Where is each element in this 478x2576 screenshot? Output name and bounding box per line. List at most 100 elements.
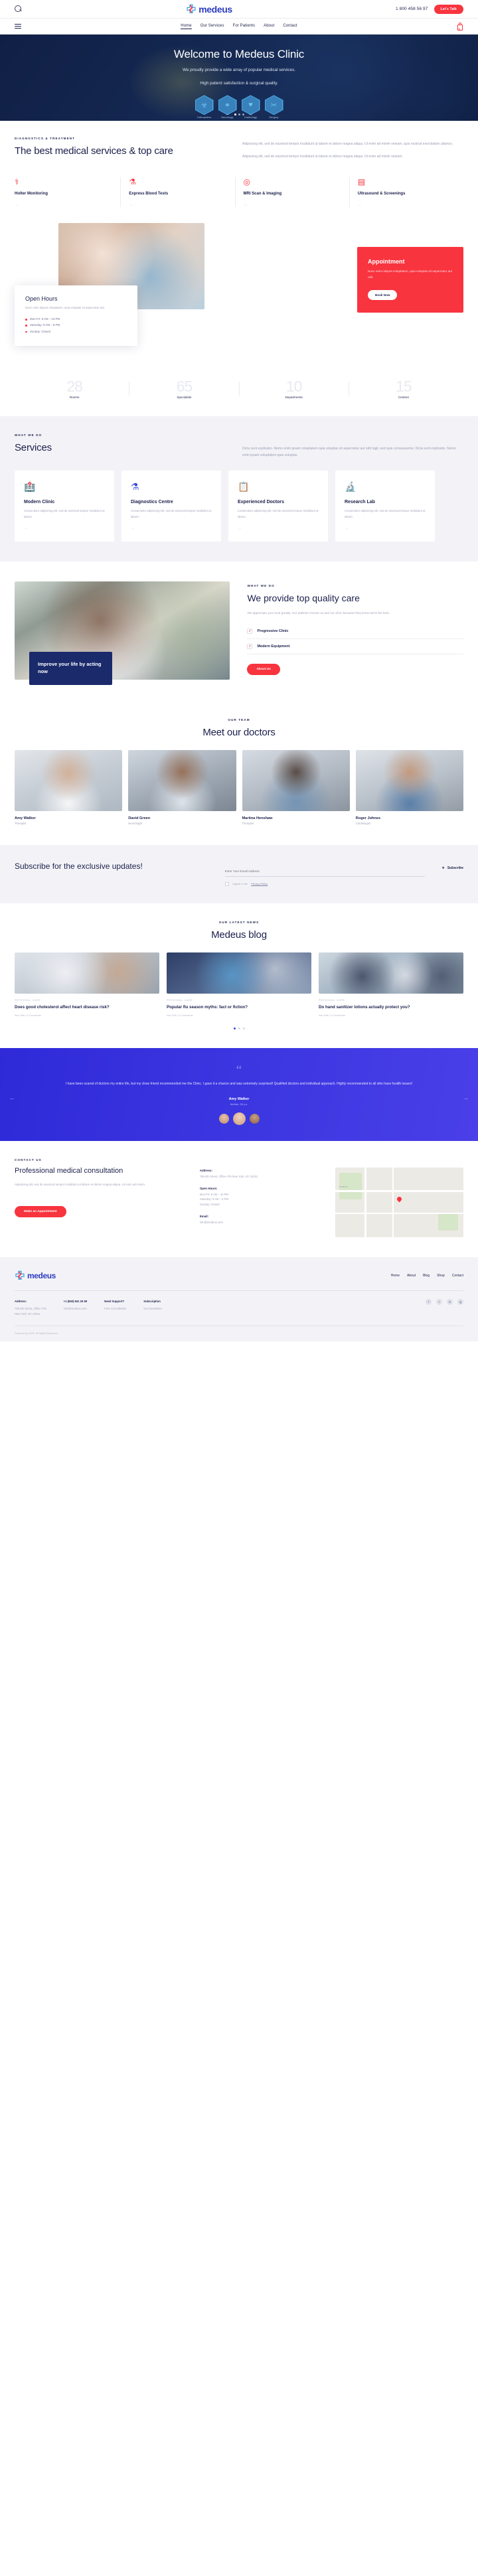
footer-nav-home[interactable]: Home <box>391 1274 400 1278</box>
footer-subscription-text[interactable]: Our Newsletter <box>143 1306 162 1312</box>
blog-post-card[interactable]: PERSONAL CARE Does good cholesterol affe… <box>15 952 159 1017</box>
nav-item-about[interactable]: About <box>264 24 274 29</box>
linkedin-icon[interactable]: in <box>447 1298 453 1305</box>
service-text: Consectetur adipiscing elit, sed do eius… <box>345 509 426 518</box>
holter-icon: ⚕ <box>15 177 19 187</box>
make-appointment-button[interactable]: Make an Appointment <box>15 1206 66 1218</box>
service-card-holter[interactable]: ⚕ Holter Monitoring → <box>15 177 121 208</box>
testimonial-section: ← → “ I have been scared of doctors my e… <box>0 1048 478 1141</box>
facebook-icon[interactable]: f <box>426 1298 432 1305</box>
contact-eyebrow: CONTACT US <box>15 1158 42 1162</box>
stat-label: Departments <box>285 396 303 400</box>
service-card-arrow[interactable]: → <box>15 203 112 207</box>
footer-socials: f t in ig <box>426 1298 463 1305</box>
service-text: Consectetur adipiscing elit, sed do eius… <box>238 509 319 518</box>
testimonial-next-arrow[interactable]: → <box>463 1095 469 1101</box>
service-arrow[interactable]: → <box>131 526 212 530</box>
avatar[interactable] <box>249 1113 260 1124</box>
diagnostics-para-2: Adipiscing elit, sed do eiusmod tempor i… <box>242 155 403 159</box>
open-hours-row: Mon-Fri: 8 AM – 10 PM <box>25 316 127 322</box>
service-card-ultrasound[interactable]: ▤ Ultrasound & Screenings → <box>350 177 463 207</box>
service-card-arrow[interactable]: → <box>358 203 455 207</box>
nav-item-for-patients[interactable]: For Patients <box>233 24 256 29</box>
blog-post-card[interactable]: PERSONAL CARE Do hand sanitizer lotions … <box>319 952 463 1017</box>
service-arrow[interactable]: → <box>345 526 426 530</box>
nav-item-home[interactable]: Home <box>181 24 192 29</box>
subscribe-button[interactable]: ✈ Subscribe <box>442 861 463 870</box>
hero-title: Welcome to Medeus Clinic <box>173 48 305 60</box>
subscribe-email-input[interactable] <box>224 867 425 877</box>
avatar[interactable] <box>218 1113 229 1124</box>
service-diagnostics-centre[interactable]: ⚗ Diagnostics Centre Consectetur adipisc… <box>121 471 221 542</box>
check-label: Progressive Clinic <box>257 629 289 634</box>
contact-open-hours: Open Hours: Mon-Fri: 8 AM – 10 PM Saturd… <box>200 1187 321 1207</box>
doctor-card[interactable]: Roger Johnes Cardiologist <box>355 749 463 825</box>
cart-icon[interactable]: 0 <box>457 22 463 31</box>
hero-slider-controls: ← → <box>0 112 478 117</box>
footer-address-col: Address: 786 5th Street, Office #78 New … <box>15 1299 46 1317</box>
lets-talk-button[interactable]: Let's Talk <box>434 4 463 14</box>
book-now-button[interactable]: Book Now <box>368 289 398 300</box>
contact-value[interactable]: info@medeus.com <box>200 1220 321 1225</box>
nav-item-our-services[interactable]: Our Services <box>200 24 224 29</box>
doctor-card[interactable]: David Green Neurologist <box>128 749 236 825</box>
blog-slider-dots[interactable] <box>15 1027 463 1030</box>
contact-key: Open Hours: <box>199 1186 218 1190</box>
phone-number[interactable]: 1 800 458 56 97 <box>396 7 428 11</box>
service-arrow[interactable]: → <box>24 526 105 530</box>
nav-item-contact[interactable]: Contact <box>283 24 297 29</box>
blog-post-title: Popular flu season myths: fact or fictio… <box>167 1004 248 1010</box>
blog-section: OUR LATEST NEWS Medeus blog PERSONAL CAR… <box>0 903 478 1048</box>
service-card-blood-tests[interactable]: ⚗ Express Blood Tests → <box>121 177 236 208</box>
blood-test-icon: ⚗ <box>129 177 137 187</box>
quality-check-progressive-clinic[interactable]: ✓ Progressive Clinic <box>247 624 463 640</box>
main-navbar: Home Our Services For Patients About Con… <box>0 19 478 35</box>
footer-logo[interactable]: medeus <box>15 1270 391 1281</box>
instagram-icon[interactable]: ig <box>457 1298 463 1305</box>
services-desc: Dicta sunt explicabo. Nemo enim ipsam vo… <box>242 447 456 458</box>
quality-care-section: Improve your life by acting now WHAT WE … <box>0 562 478 700</box>
diagnostics-section: DIAGNOSTICS & TREATMENT The best medical… <box>0 121 478 223</box>
service-research-lab[interactable]: 🔬 Research Lab Consectetur adipiscing el… <box>335 471 435 542</box>
about-us-button[interactable]: About Us <box>247 664 280 676</box>
testimonial-prev-arrow[interactable]: ← <box>9 1095 15 1101</box>
quality-check-modern-equipment[interactable]: ✓ Modern Equipment <box>247 639 463 655</box>
service-card-mri[interactable]: ◎ MRI Scan & Imaging → <box>236 177 350 208</box>
site-logo[interactable]: medeus <box>23 4 396 15</box>
service-experienced-doctors[interactable]: 📋 Experienced Doctors Consectetur adipis… <box>228 471 328 542</box>
hero-slider-dots[interactable] <box>234 114 244 115</box>
privacy-policy-link[interactable]: Privacy Policy <box>251 882 268 885</box>
blog-post-card[interactable]: PERSONAL CARE Popular flu season myths: … <box>167 952 311 1017</box>
service-modern-clinic[interactable]: 🏥 Modern Clinic Consectetur adipiscing e… <box>15 471 114 542</box>
doctor-card[interactable]: Amy Walker Therapist <box>15 749 123 825</box>
service-card-arrow[interactable]: → <box>244 203 341 207</box>
avatar[interactable] <box>232 1112 246 1125</box>
footer-email[interactable]: info@medeus.com <box>64 1306 88 1312</box>
hamburger-menu-icon[interactable] <box>15 23 21 29</box>
doctor-photo <box>242 749 350 811</box>
footer-nav-contact[interactable]: Contact <box>452 1274 463 1278</box>
subscribe-consent-row[interactable]: I agree to the Privacy Policy <box>224 881 425 886</box>
search-icon[interactable] <box>15 5 23 13</box>
footer-support-text[interactable]: Free Consultation <box>104 1306 126 1312</box>
footer-nav-about[interactable]: About <box>407 1274 416 1278</box>
service-card-title: Holter Monitoring <box>15 192 48 196</box>
map-pin-icon <box>396 1195 403 1203</box>
diagnostics-cards: ⚕ Holter Monitoring → ⚗ Express Blood Te… <box>15 177 463 208</box>
doctor-card[interactable]: Martina Henshaw Therapist <box>242 749 350 825</box>
service-card-arrow[interactable]: → <box>129 203 226 207</box>
services-title: Services <box>15 442 52 454</box>
footer-phone[interactable]: +1 (840) 841 25 69 <box>64 1299 88 1304</box>
consent-checkbox[interactable] <box>224 881 229 886</box>
service-arrow[interactable]: → <box>238 526 319 530</box>
hero-next-arrow[interactable]: → <box>248 112 253 117</box>
footer-contact-col: +1 (840) 841 25 69 info@medeus.com <box>64 1299 88 1312</box>
contact-map[interactable]: W 50th St <box>335 1167 463 1237</box>
testimonial-author-role: Mother, 39 y.o. <box>230 1102 248 1106</box>
footer-nav-blog[interactable]: Blog <box>423 1274 430 1278</box>
twitter-icon[interactable]: t <box>436 1298 442 1305</box>
footer-nav-shop[interactable]: Shop <box>437 1274 445 1278</box>
subscribe-title: Subscribe for the exclusive updates! <box>15 861 143 871</box>
hero-prev-arrow[interactable]: ← <box>226 112 230 117</box>
doctor-photo <box>355 749 463 811</box>
